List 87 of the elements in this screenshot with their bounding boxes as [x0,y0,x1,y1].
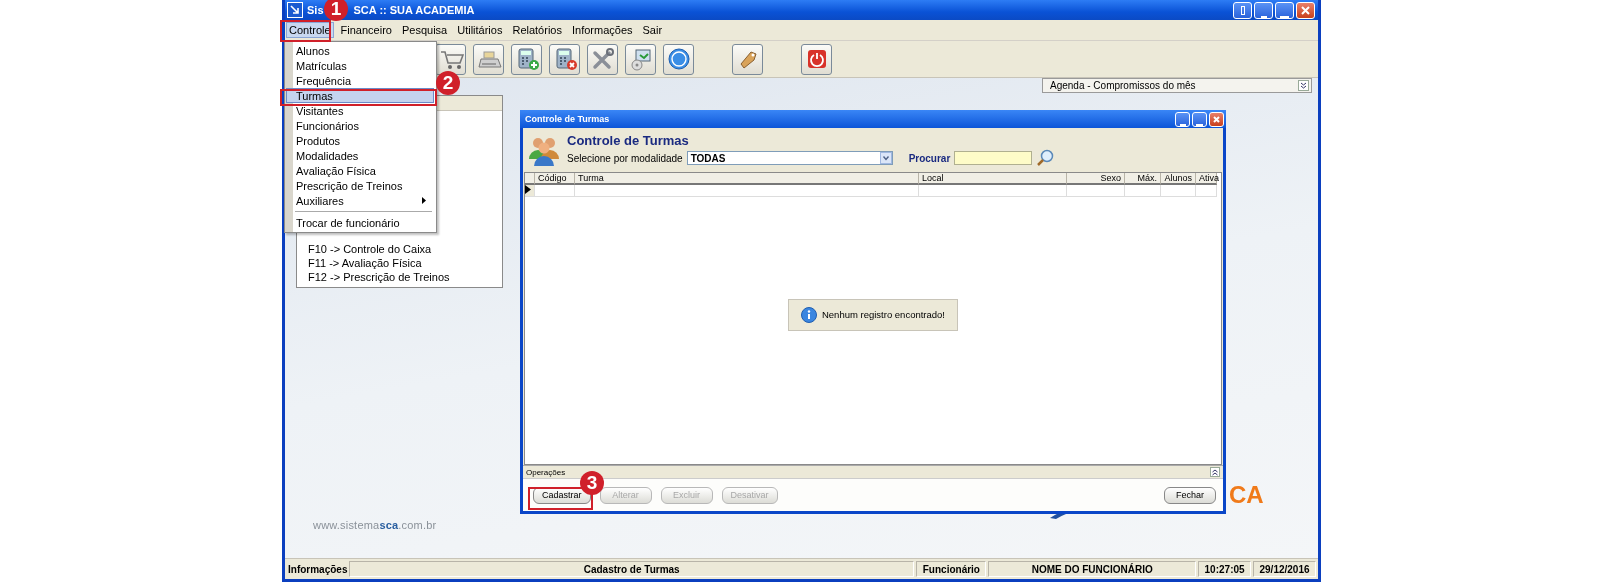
menu-item[interactable]: Trocar de funcionário [286,215,434,230]
dropdown-arrow-icon [879,152,892,164]
close-button[interactable] [1209,111,1224,127]
menu-item[interactable]: Visitantes [286,103,434,118]
shortcut-item: F10 -> Controle do Caixa [308,243,433,255]
minimize-icon [1179,123,1186,126]
help-icon [665,46,692,72]
menu-item[interactable]: Controle [286,22,334,38]
menu-item[interactable]: Alunos [286,43,434,58]
expand-icon [1298,80,1309,91]
logo: CA [1229,481,1264,509]
menu-item[interactable]: Utilitários [454,22,506,38]
window-title: SCA :: SUA ACADEMIA [353,4,475,16]
table-cell [1161,185,1196,197]
submenu-arrow-icon [422,197,426,204]
info-icon [800,306,817,323]
table-cell [1067,185,1125,197]
table-cell [1196,185,1217,197]
menu-item[interactable]: Avaliação Física [286,163,434,178]
close-icon [1213,115,1220,123]
highlight-frame [280,20,331,42]
column-header[interactable]: Local [919,173,1067,185]
column-header[interactable]: Ativa [1196,173,1217,185]
dialog-heading: Controle de Turmas [567,133,690,148]
shortcut-item: F11 -> Avaliação Física [308,257,423,269]
menu-item[interactable]: Modalidades [286,148,434,163]
status-label: Informações [287,562,347,577]
column-header[interactable]: Máx. [1125,173,1161,185]
toolbar-button[interactable] [511,43,542,75]
app-icon [287,2,303,18]
shortcut-item: F12 -> Prescrição de Treinos [308,271,450,283]
menu-item[interactable]: Produtos [286,133,434,148]
column-header[interactable]: Turma [575,173,919,185]
menu-item[interactable]: Frequência [286,73,434,88]
status-field: NOME DO FUNCIONÁRIO [988,561,1197,577]
status-field: Funcionário [916,561,987,577]
toolbar-button[interactable] [435,43,466,75]
filter-label: Selecione por modalidade [567,152,683,164]
toolbar-button[interactable] [801,43,832,75]
search-field[interactable] [954,151,1033,165]
toolbar-button[interactable] [663,43,694,75]
column-header[interactable]: Código [535,173,575,185]
status-field: 29/12/2016 [1253,561,1316,577]
toolbar-button[interactable] [625,43,656,75]
toolbar-button[interactable] [587,43,618,75]
minimize-icon [1260,15,1267,18]
toolbar-button[interactable] [473,43,504,75]
menu-item[interactable]: Informações [568,22,636,38]
status-field: 10:27:05 [1198,561,1252,577]
toolbar-button[interactable] [732,43,763,75]
menu-item[interactable]: Funcionários [286,118,434,133]
status-field: Cadastro de Turmas [349,561,915,577]
menu-item[interactable]: Auxiliares [286,193,434,208]
restore-button[interactable] [1233,1,1252,19]
search-label: Procurar [908,152,951,164]
modality-dropdown[interactable]: TODAS [686,151,893,165]
menu-item[interactable]: Prescrição de Treinos [286,178,434,193]
close-icon [1301,5,1310,15]
menu-item[interactable]: Pesquisa [398,22,451,38]
message-text: Nenhum registro encontrado! [821,309,945,320]
minimize-button[interactable] [1175,111,1190,127]
table-cell [1125,185,1161,197]
menu-item[interactable]: Relatórios [509,22,565,38]
menu-item[interactable]: Matrículas [286,58,434,73]
window-title: Sis [307,4,324,16]
maximize-button[interactable] [1275,1,1294,19]
restore-icon [1240,5,1245,15]
close-button[interactable] [1296,1,1315,19]
menu-item[interactable]: Sair [639,22,666,38]
search-button[interactable] [1036,149,1055,167]
column-header[interactable]: Alunos [1161,173,1196,185]
table-cell [535,185,575,197]
operations-label: Operações [526,467,566,477]
row-selector[interactable] [525,185,535,197]
maximize-icon [1280,15,1289,18]
action-button[interactable]: Fechar [1164,486,1216,504]
grid-corner [525,173,535,185]
column-header[interactable]: Sexo [1067,173,1125,185]
menu-item[interactable]: Financeiro [337,22,395,38]
row-indicator-icon [525,185,531,194]
search-icon [1036,149,1055,167]
minimize-button[interactable] [1254,1,1273,19]
toolbar-button[interactable] [549,43,580,75]
maximize-icon [1196,123,1203,126]
dialog-title: Controle de Turmas [525,114,610,124]
agenda-title: Agenda - Compromissos do mês [1050,80,1196,91]
maximize-button[interactable] [1192,111,1207,127]
